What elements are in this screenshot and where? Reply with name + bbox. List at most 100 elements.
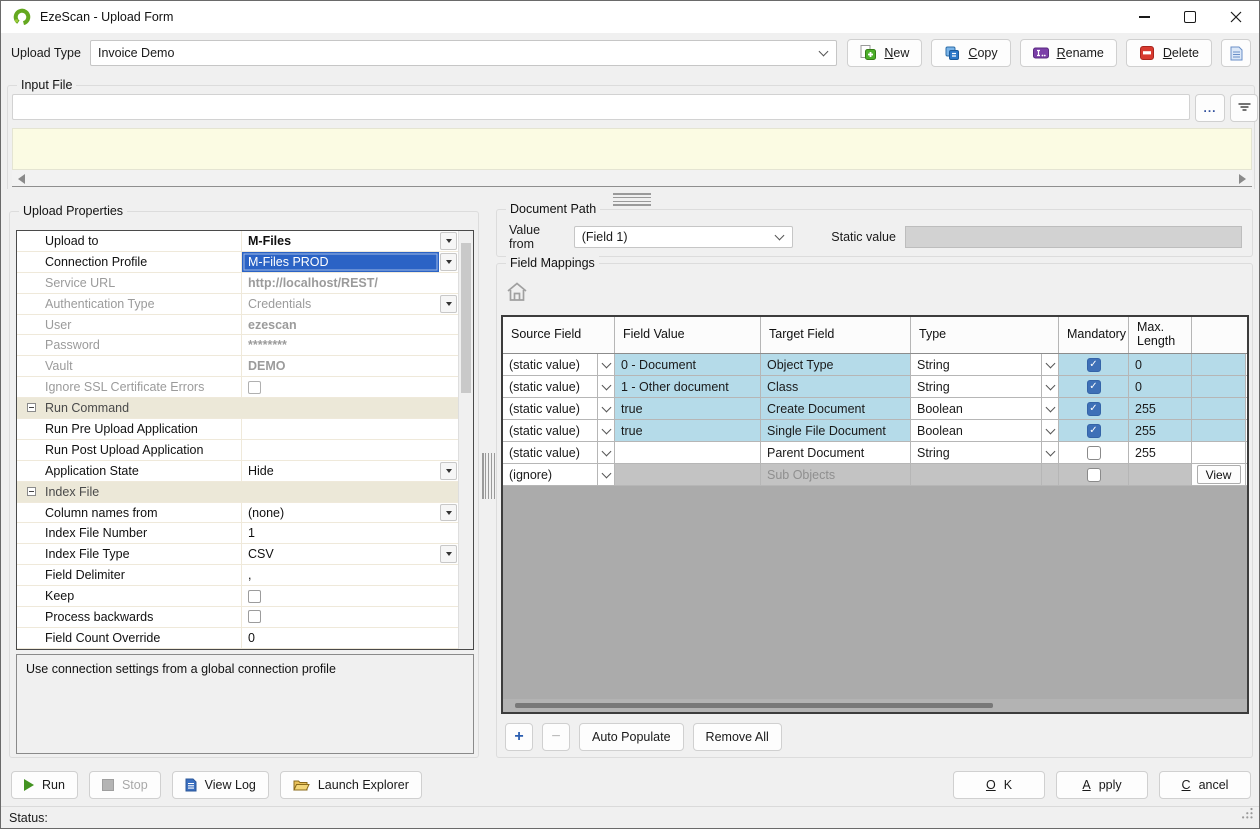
field-value-cell[interactable] (615, 464, 761, 485)
source-dropdown-button[interactable] (598, 442, 615, 463)
scrollbar-thumb[interactable] (461, 243, 471, 393)
property-row[interactable]: Process backwards (17, 607, 458, 628)
property-row[interactable]: Upload toM-Files (17, 231, 458, 252)
property-value[interactable]: http://localhost/REST/ (248, 276, 378, 290)
mandatory-checkbox[interactable]: ✓ (1087, 424, 1101, 438)
property-value[interactable]: 1 (248, 526, 255, 540)
property-group-row[interactable]: Index File (17, 482, 458, 503)
source-dropdown-button[interactable] (598, 464, 615, 485)
property-row[interactable]: Run Pre Upload Application (17, 419, 458, 440)
mapping-row[interactable]: (static value)1 - Other documentClassStr… (503, 376, 1247, 398)
mandatory-checkbox[interactable]: ✓ (1087, 358, 1101, 372)
property-value[interactable]: , (248, 568, 251, 582)
property-value[interactable]: Hide (248, 464, 274, 478)
max-length-cell[interactable]: 0 (1129, 354, 1192, 375)
type-select[interactable]: Boolean (911, 398, 1042, 419)
dropdown-button[interactable] (440, 232, 457, 250)
close-button[interactable] (1213, 1, 1259, 33)
copy-button[interactable]: Copy (931, 39, 1010, 67)
property-row[interactable]: Run Post Upload Application (17, 440, 458, 461)
property-group-row[interactable]: Run Command (17, 398, 458, 419)
type-select[interactable]: Boolean (911, 420, 1042, 441)
target-field-cell[interactable]: Single File Document (761, 420, 911, 441)
mapping-row[interactable]: (ignore) Sub Objects View (503, 464, 1247, 486)
column-header-field-value[interactable]: Field Value (615, 317, 761, 353)
source-field-select[interactable]: (ignore) (503, 464, 598, 485)
source-dropdown-button[interactable] (598, 420, 615, 441)
minimize-button[interactable] (1121, 1, 1167, 33)
property-row[interactable]: VaultDEMO (17, 356, 458, 377)
property-checkbox[interactable] (248, 610, 261, 623)
mapping-row[interactable]: (static value) trueCreate DocumentBoolean… (503, 398, 1247, 420)
property-row[interactable]: Connection ProfileM-Files PROD (17, 252, 458, 273)
property-value[interactable]: Credentials (248, 297, 311, 311)
target-field-cell[interactable]: Create Document (761, 398, 911, 419)
column-header-mandatory[interactable]: Mandatory (1059, 317, 1129, 353)
rename-button[interactable]: Rename (1020, 39, 1117, 67)
mandatory-checkbox[interactable]: ✓ (1087, 380, 1101, 394)
type-select[interactable]: String (911, 376, 1042, 397)
property-row[interactable]: Ignore SSL Certificate Errors (17, 377, 458, 398)
collapse-icon[interactable] (27, 487, 36, 496)
column-header-type[interactable]: Type (911, 317, 1059, 353)
add-mapping-button[interactable]: + (505, 723, 533, 751)
field-value-cell[interactable]: 1 - Other document (615, 376, 761, 397)
dropdown-button[interactable] (440, 462, 457, 480)
column-header-target-field[interactable]: Target Field (761, 317, 911, 353)
apply-button[interactable]: Apply (1056, 771, 1148, 799)
mapping-row[interactable]: (static value)0 - DocumentObject TypeStr… (503, 354, 1247, 376)
scrollbar-thumb[interactable] (515, 703, 993, 708)
max-length-cell[interactable]: 255 (1129, 442, 1192, 463)
property-value[interactable]: (none) (248, 506, 284, 520)
property-value[interactable]: 0 (248, 631, 255, 645)
type-dropdown-button[interactable] (1042, 376, 1059, 397)
dropdown-button[interactable] (440, 504, 457, 522)
property-value[interactable]: DEMO (248, 359, 286, 373)
source-dropdown-button[interactable] (598, 376, 615, 397)
target-field-cell[interactable]: Object Type (761, 354, 911, 375)
source-field-select[interactable]: (static value) (503, 398, 598, 419)
property-checkbox[interactable] (248, 590, 261, 603)
dropdown-button[interactable] (440, 545, 457, 563)
column-header-source-field[interactable]: Source Field (503, 317, 615, 353)
mandatory-checkbox[interactable] (1087, 446, 1101, 460)
column-header-max-length[interactable]: Max. Length (1129, 317, 1192, 353)
target-field-cell[interactable]: Sub Objects (761, 464, 911, 485)
mapping-row[interactable]: (static value)Parent DocumentString255 (503, 442, 1247, 464)
mapping-row[interactable]: (static value)trueSingle File DocumentBo… (503, 420, 1247, 442)
scroll-right-icon[interactable] (1239, 174, 1246, 184)
filter-button[interactable] (1230, 94, 1258, 122)
property-row[interactable]: Index File Number1 (17, 523, 458, 544)
property-value[interactable]: CSV (248, 547, 274, 561)
type-select[interactable]: String (911, 354, 1042, 375)
run-button[interactable]: Run (11, 771, 78, 799)
property-row[interactable]: Service URLhttp://localhost/REST/ (17, 273, 458, 294)
type-dropdown-button[interactable] (1042, 464, 1059, 485)
value-from-select[interactable]: (Field 1) (574, 226, 794, 248)
preview-horizontal-scrollbar[interactable] (12, 170, 1252, 187)
property-row[interactable]: Authentication TypeCredentials (17, 294, 458, 315)
upload-type-select[interactable]: Invoice Demo (90, 40, 837, 66)
property-row[interactable]: Field Delimiter, (17, 565, 458, 586)
property-row[interactable]: Userezescan (17, 315, 458, 336)
field-value-cell[interactable]: true (615, 398, 761, 419)
view-log-button[interactable]: View Log (172, 771, 269, 799)
view-button[interactable]: View (1197, 465, 1241, 484)
type-dropdown-button[interactable] (1042, 354, 1059, 375)
launch-explorer-button[interactable]: Launch Explorer (280, 771, 422, 799)
type-dropdown-button[interactable] (1042, 420, 1059, 441)
max-length-cell[interactable]: 0 (1129, 376, 1192, 397)
property-row[interactable]: Keep (17, 586, 458, 607)
max-length-cell[interactable] (1129, 464, 1192, 485)
browse-button[interactable]: ... (1195, 94, 1225, 122)
mapping-horizontal-scrollbar[interactable] (503, 699, 1247, 712)
source-field-select[interactable]: (static value) (503, 442, 598, 463)
mandatory-checkbox[interactable]: ✓ (1087, 402, 1101, 416)
property-row[interactable]: Application StateHide (17, 461, 458, 482)
field-value-cell[interactable]: 0 - Document (615, 354, 761, 375)
property-row[interactable]: Field Count Override0 (17, 628, 458, 649)
type-dropdown-button[interactable] (1042, 398, 1059, 419)
cancel-button[interactable]: Cancel (1159, 771, 1251, 799)
new-button[interactable]: New (847, 39, 922, 67)
field-value-cell[interactable] (615, 442, 761, 463)
